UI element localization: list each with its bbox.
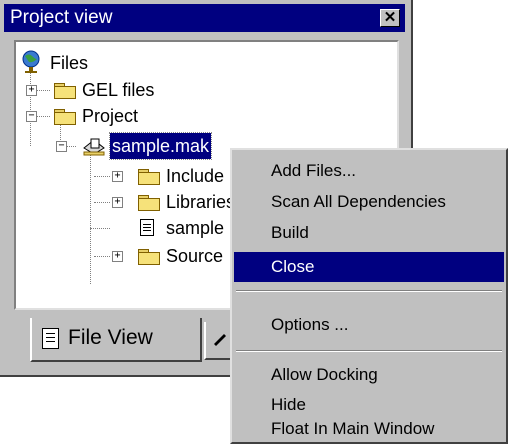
menu-item-build[interactable]: Build (234, 218, 504, 248)
menu-item-label: Scan All Dependencies (271, 192, 446, 211)
tree-connector (90, 228, 110, 229)
tree-label: Include (166, 166, 225, 186)
tree-label: sample.mak (108, 132, 213, 160)
expand-plus-icon[interactable]: + (112, 171, 123, 182)
folder-icon (138, 169, 160, 185)
menu-item-label: Close (271, 257, 315, 276)
tree-label: Files (50, 53, 89, 73)
expand-plus-icon[interactable]: + (112, 197, 123, 208)
title-bar[interactable]: Project view ✕ (4, 4, 405, 32)
menu-item-label: Build (271, 223, 309, 242)
project-file-icon (82, 136, 106, 156)
tree-label: Libraries (166, 192, 236, 212)
menu-item-allow-docking[interactable]: Allow Docking (234, 360, 504, 390)
menu-item-label: Options ... (271, 315, 349, 334)
tree-label: Source (166, 246, 224, 266)
document-icon (140, 219, 154, 236)
close-icon[interactable]: ✕ (380, 9, 400, 27)
menu-item-add-files[interactable]: Add Files... (234, 156, 504, 186)
pencil-icon (212, 330, 228, 346)
globe-icon (20, 50, 42, 74)
folder-icon (138, 195, 160, 211)
expand-plus-icon[interactable]: + (26, 85, 37, 96)
menu-item-options[interactable]: Options ... (234, 310, 504, 340)
collapse-minus-icon[interactable]: − (26, 111, 37, 122)
tree-connector (94, 256, 110, 257)
tree-connector (90, 154, 91, 284)
tree-label: GEL files (82, 80, 155, 100)
collapse-minus-icon[interactable]: − (56, 141, 67, 152)
tree-label: sample (166, 218, 225, 238)
menu-item-float-in-main-window[interactable]: Float In Main Window (234, 414, 504, 444)
folder-icon (138, 249, 160, 265)
menu-item-close[interactable]: Close (234, 252, 504, 282)
menu-separator (236, 350, 502, 352)
folder-icon (54, 83, 76, 99)
tree-connector (94, 202, 110, 203)
expand-plus-icon[interactable]: + (112, 251, 123, 262)
document-icon (42, 328, 59, 349)
menu-separator (236, 290, 502, 292)
menu-item-label: Float In Main Window (271, 419, 435, 438)
folder-open-icon (54, 109, 76, 125)
tab-label: File View (68, 326, 153, 349)
menu-item-label: Allow Docking (271, 365, 378, 384)
menu-item-scan-all-dependencies[interactable]: Scan All Dependencies (234, 187, 504, 217)
window-title: Project view (10, 7, 113, 28)
tree-label: Project (82, 106, 139, 126)
menu-item-label: Add Files... (271, 161, 357, 180)
tree-connector (94, 176, 110, 177)
tab-file-view[interactable]: File View (30, 318, 202, 362)
context-menu: Add Files... Scan All Dependencies Build… (230, 148, 508, 444)
